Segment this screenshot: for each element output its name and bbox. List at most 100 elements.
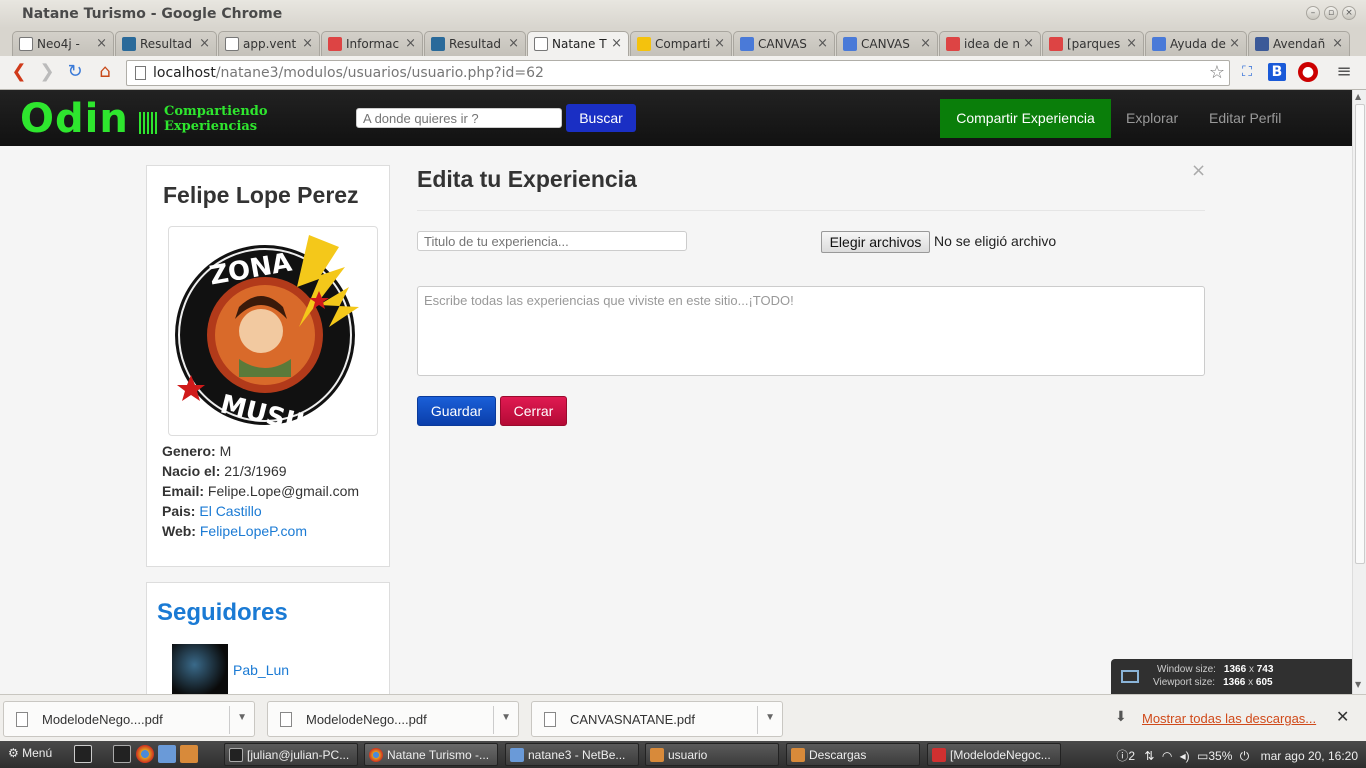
close-window-button[interactable]: × (1342, 6, 1356, 20)
show-all-downloads-link[interactable]: Mostrar todas las descargas... (1142, 711, 1316, 726)
address-bar[interactable]: localhost/natane3/modulos/usuarios/usuar… (126, 60, 1230, 86)
forward-button[interactable]: ❯ (36, 62, 58, 84)
window-resizer-icon[interactable]: ⛶ (1237, 62, 1257, 82)
close-tab-icon[interactable]: × (1229, 36, 1240, 51)
netbeans-icon[interactable] (158, 745, 176, 763)
gender-value: M (219, 443, 232, 459)
network-icon[interactable]: ⇅ (1144, 749, 1154, 763)
chevron-down-icon[interactable]: ▼ (765, 712, 775, 723)
choose-files-button[interactable]: Elegir archivos (821, 231, 930, 253)
close-tab-icon[interactable]: × (1332, 36, 1343, 51)
terminal-icon[interactable] (113, 745, 131, 763)
country-link[interactable]: El Castillo (199, 503, 261, 519)
download-item[interactable]: ModelodeNego....pdf ▼ (267, 701, 519, 737)
tab[interactable]: CANVAS × (733, 31, 835, 56)
close-tab-icon[interactable]: × (508, 36, 519, 51)
back-button[interactable]: ❮ (8, 62, 30, 84)
taskbar-window[interactable]: usuario (645, 743, 779, 766)
maximize-button[interactable]: ▫ (1324, 6, 1338, 20)
bookmark-star-icon[interactable]: ☆ (1209, 62, 1225, 83)
close-downloads-icon[interactable]: ✕ (1336, 707, 1349, 726)
folder-icon[interactable] (180, 745, 198, 763)
gmail-icon (946, 37, 960, 51)
minimize-button[interactable]: – (1306, 6, 1320, 20)
tab-label: CANVAS (758, 37, 807, 51)
tab[interactable]: Natane T × (527, 31, 629, 56)
tab-label: CANVAS (861, 37, 910, 51)
tab[interactable]: Informac × (321, 31, 423, 56)
close-icon[interactable]: × (1191, 160, 1206, 181)
close-tab-icon[interactable]: × (817, 36, 828, 51)
desktop-icon[interactable] (74, 745, 92, 763)
chevron-down-icon[interactable]: ▼ (501, 712, 511, 723)
tab-label: Neo4j - (37, 37, 80, 51)
explore-link[interactable]: Explorar (1126, 110, 1178, 126)
vertical-scrollbar[interactable]: ▲ ▼ (1352, 90, 1366, 694)
taskbar-window[interactable]: [ModelodeNegoc... (927, 743, 1061, 766)
search-button[interactable]: Buscar (566, 104, 636, 132)
window-height: 743 (1256, 664, 1274, 675)
taskbar-window[interactable]: natane3 - NetBe... (505, 743, 639, 766)
b-extension-icon[interactable]: B (1268, 63, 1286, 81)
taskbar-window[interactable]: Descargas (786, 743, 920, 766)
brand-logo[interactable]: Odin (20, 96, 129, 142)
close-tab-icon[interactable]: × (199, 36, 210, 51)
close-tab-icon[interactable]: × (1126, 36, 1137, 51)
tab[interactable]: Avendañ × (1248, 31, 1350, 56)
tab-label: Comparti (655, 37, 711, 51)
window-x: x (1248, 664, 1254, 675)
notification-icon[interactable]: ⓘ (1116, 749, 1128, 763)
experience-title-input[interactable] (417, 231, 687, 251)
close-tab-icon[interactable]: × (1023, 36, 1034, 51)
download-item[interactable]: ModelodeNego....pdf ▼ (3, 701, 255, 737)
scroll-up-icon[interactable]: ▲ (1355, 92, 1361, 101)
web-link[interactable]: FelipeLopeP.com (200, 523, 307, 539)
close-tab-icon[interactable]: × (920, 36, 931, 51)
destination-search-input[interactable] (356, 108, 562, 128)
taskbar-window[interactable]: [julian@julian-PC... (224, 743, 358, 766)
cancel-button[interactable]: Cerrar (500, 396, 567, 426)
close-tab-icon[interactable]: × (611, 36, 622, 51)
volume-icon[interactable]: ◂) (1180, 749, 1190, 763)
save-button[interactable]: Guardar (417, 396, 496, 426)
gender-label: Genero: (162, 443, 216, 459)
close-tab-icon[interactable]: × (714, 36, 725, 51)
clock[interactable]: mar ago 20, 16:20 (1261, 749, 1358, 763)
tab[interactable]: idea de n × (939, 31, 1041, 56)
adblock-icon[interactable]: ● (1298, 62, 1318, 82)
tab[interactable]: Neo4j - × (12, 31, 114, 56)
start-menu-button[interactable]: ⚙ Menú (8, 746, 52, 760)
power-icon[interactable]: ⏻ (1240, 749, 1250, 763)
tab[interactable]: CANVAS × (836, 31, 938, 56)
tab[interactable]: Resultad × (424, 31, 526, 56)
home-button[interactable]: ⌂ (94, 62, 116, 84)
reload-button[interactable]: ↻ (64, 62, 86, 84)
close-tab-icon[interactable]: × (405, 36, 416, 51)
tab[interactable]: Ayuda de × (1145, 31, 1247, 56)
bitnami-icon (122, 37, 136, 51)
experience-textarea[interactable]: Escribe todas las experiencias que vivis… (417, 286, 1205, 376)
tab[interactable]: [parques × (1042, 31, 1144, 56)
share-experience-button[interactable]: Compartir Experiencia (940, 99, 1111, 138)
close-tab-icon[interactable]: × (302, 36, 313, 51)
tab[interactable]: Resultad × (115, 31, 217, 56)
download-item[interactable]: CANVASNATANE.pdf ▼ (531, 701, 783, 737)
chrome-icon[interactable] (136, 745, 154, 763)
chevron-down-icon[interactable]: ▼ (237, 712, 247, 723)
follower-avatar[interactable] (172, 644, 228, 694)
follower-link[interactable]: Pab_Lun (233, 662, 289, 678)
page-icon (135, 66, 146, 80)
menu-icon[interactable]: ≡ (1334, 62, 1354, 82)
tab-label: Resultad (140, 37, 193, 51)
tab-label: Resultad (449, 37, 502, 51)
taskbar-window-label: Natane Turismo -... (387, 748, 490, 762)
close-tab-icon[interactable]: × (96, 36, 107, 51)
edit-profile-link[interactable]: Editar Perfil (1209, 110, 1281, 126)
scroll-down-icon[interactable]: ▼ (1355, 680, 1361, 689)
scrollbar-thumb[interactable] (1355, 104, 1365, 564)
battery-icon[interactable]: ▭ (1197, 749, 1208, 763)
wifi-icon[interactable]: ◠ (1162, 749, 1172, 763)
tab[interactable]: app.vent × (218, 31, 320, 56)
tab[interactable]: Comparti × (630, 31, 732, 56)
taskbar-window[interactable]: Natane Turismo -... (364, 743, 498, 766)
